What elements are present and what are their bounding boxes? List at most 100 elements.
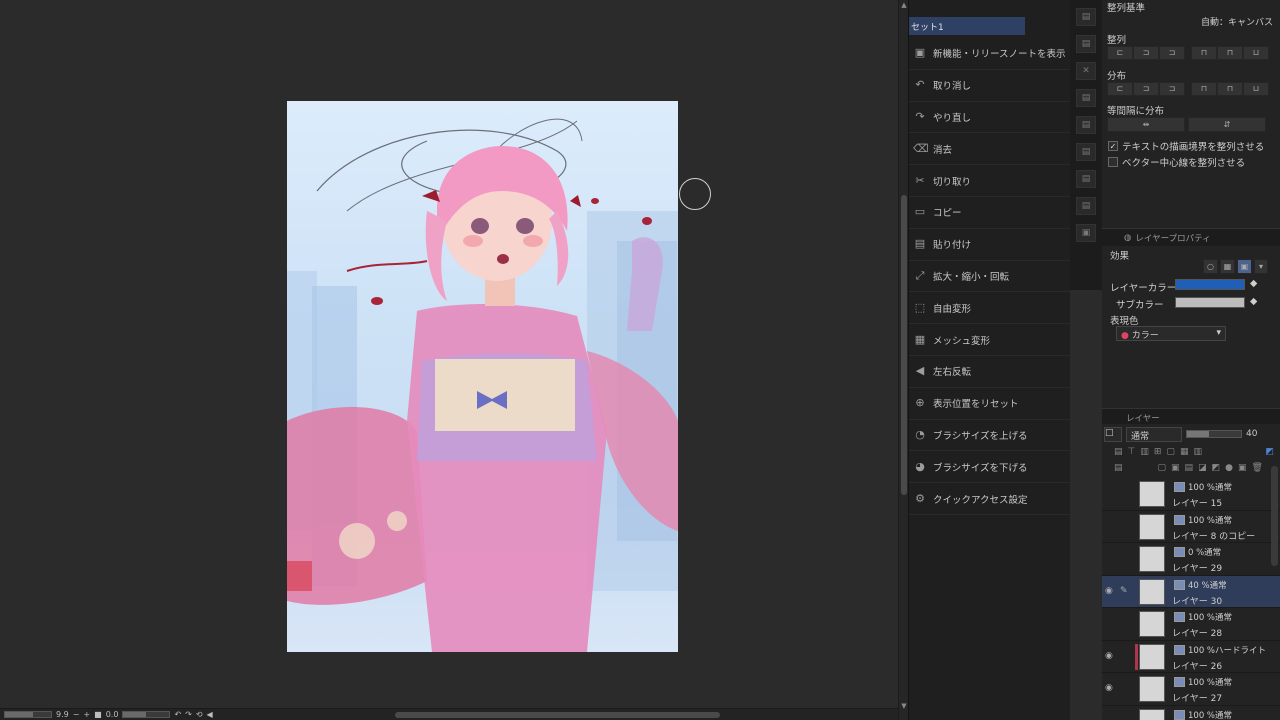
layer-thumbnail[interactable] (1139, 611, 1165, 637)
palette-tab-icon[interactable]: ▤ (1076, 197, 1096, 215)
layer-thumbnail[interactable] (1139, 481, 1165, 507)
equal-spacing-h-button[interactable]: ⇹ (1107, 117, 1185, 132)
mask-icon[interactable]: ▢ (1166, 447, 1175, 457)
palette-tab-icon[interactable]: ▤ (1076, 116, 1096, 134)
checkbox-checked-icon[interactable]: ✓ (1108, 141, 1118, 151)
effect-border-icon[interactable]: ○ (1203, 259, 1218, 274)
layer-list-icon[interactable]: ▤ (1114, 463, 1123, 473)
quick-access-item[interactable]: ▤ 貼り付け (909, 229, 1071, 261)
eye-icon[interactable]: ◉ (1105, 586, 1117, 596)
palette-tab-icon[interactable]: ▤ (1076, 170, 1096, 188)
canvas-vertical-scrollbar[interactable]: ▲ ▼ (898, 0, 908, 720)
expression-color-select[interactable]: ● カラー ▾ (1116, 326, 1226, 341)
quick-access-item[interactable]: ▭ コピー (909, 197, 1071, 229)
palette-tab-icon[interactable]: ✕ (1076, 62, 1096, 80)
layer-lock-icon[interactable]: □ (1104, 426, 1122, 442)
apply-mask-icon[interactable]: ▣ (1238, 463, 1247, 473)
layer-name[interactable]: レイヤー 29 (1172, 561, 1222, 574)
layer-name[interactable]: レイヤー 28 (1172, 626, 1222, 639)
align-middle-v-icon[interactable]: ⊓ (1217, 46, 1243, 60)
zoom-value[interactable]: 9.9 (56, 710, 69, 719)
effect-dropdown-icon[interactable]: ▾ (1254, 259, 1268, 274)
layer-row[interactable]: 0 %通常 レイヤー 29 (1102, 543, 1280, 576)
new-vector-layer-icon[interactable]: ▣ (1171, 463, 1180, 473)
clip-icon[interactable]: ▤ (1114, 447, 1123, 457)
equal-spacing-v-button[interactable]: ⇵ (1188, 117, 1266, 132)
layer-name[interactable]: レイヤー 15 (1172, 496, 1222, 509)
layer-color-swatch[interactable] (1175, 279, 1245, 290)
align-center-h-icon[interactable]: ⊐ (1133, 46, 1159, 60)
layer-row[interactable]: ◉ 100 %ハードライト レイヤー 26 (1102, 640, 1280, 673)
layer-thumbnail[interactable] (1139, 513, 1165, 540)
distribute-top-icon[interactable]: ⊓ (1191, 82, 1217, 96)
layer-list-scrollbar[interactable] (1271, 466, 1278, 566)
opacity-slider[interactable] (1186, 430, 1242, 438)
new-raster-layer-icon[interactable]: ▢ (1158, 463, 1167, 473)
quick-access-item[interactable]: ⌫ 消去 (909, 133, 1071, 166)
layer-palette-tab[interactable]: レイヤー (1102, 408, 1280, 424)
quick-access-item[interactable]: ▣ 新機能・リリースノートを表示 (909, 38, 1071, 70)
zoom-slider[interactable] (4, 711, 52, 718)
layer-row[interactable]: 100 %通常 レイヤー 8 のコピー (1102, 510, 1280, 543)
quick-access-set-label[interactable]: セット1 (909, 17, 1025, 35)
quick-access-item[interactable]: ⤢ 拡大・縮小・回転 (909, 261, 1071, 293)
transfer-down-icon[interactable]: ◪ (1198, 463, 1207, 473)
sub-color-swatch[interactable] (1175, 297, 1245, 308)
layer-name[interactable]: レイヤー 27 (1172, 691, 1222, 704)
canvas-horizontal-scrollbar[interactable] (395, 712, 720, 718)
layer-thumbnail[interactable] (1139, 546, 1165, 572)
align-top-icon[interactable]: ⊓ (1191, 46, 1217, 60)
zoom-out-icon[interactable]: − (73, 710, 80, 719)
align-basis-value[interactable]: 自動：キャンバス (1201, 15, 1273, 28)
layer-name[interactable]: レイヤー 8 のコピー (1172, 529, 1255, 542)
delete-layer-icon[interactable]: 🗑 (1251, 463, 1262, 473)
layer-menu-icon[interactable]: ◩ (1265, 447, 1274, 457)
quick-access-item[interactable]: ✂ 切り取り (909, 165, 1071, 197)
palette-tab-icon[interactable]: ▤ (1076, 143, 1096, 161)
effect-layer-color-icon[interactable]: ▣ (1237, 259, 1252, 274)
quick-access-item[interactable]: ↶ 取り消し (909, 70, 1071, 102)
layer-color-eyedropper-icon[interactable]: ◆ (1250, 278, 1257, 289)
palette-tab-icon[interactable]: ▤ (1076, 89, 1096, 107)
checkbox-unchecked-icon[interactable] (1108, 157, 1118, 167)
canvas-area[interactable] (0, 0, 898, 708)
reset-rotation-icon[interactable]: ⟲ (196, 710, 203, 719)
eye-icon[interactable]: ◉ (1105, 651, 1117, 661)
quick-access-item[interactable]: ⬚ 自由変形 (909, 292, 1071, 325)
align-left-icon[interactable]: ⊏ (1107, 46, 1133, 60)
blend-mode-select[interactable]: 通常 (1126, 426, 1182, 442)
palette-tab-icon[interactable]: ▤ (1076, 35, 1096, 53)
artwork-canvas[interactable] (287, 101, 678, 652)
layer-row[interactable]: ◉ ✎ 40 %通常 レイヤー 30 (1102, 575, 1280, 608)
eye-icon[interactable]: ◉ (1105, 683, 1117, 693)
angle-value[interactable]: 0.0 (106, 710, 119, 719)
effect-tone-icon[interactable]: ▦ (1220, 259, 1235, 274)
layer-thumbnail[interactable] (1139, 676, 1165, 702)
ruler-icon[interactable]: ▥ (1193, 447, 1202, 457)
align-right-icon[interactable]: ⊐ (1159, 46, 1185, 60)
layer-property-tab[interactable]: ◍ レイヤープロパティ (1102, 228, 1280, 246)
quick-access-item[interactable]: ⊕ 表示位置をリセット (909, 388, 1071, 420)
distribute-bottom-icon[interactable]: ⊔ (1243, 82, 1269, 96)
distribute-center-h-icon[interactable]: ⊐ (1133, 82, 1159, 96)
layer-row[interactable]: 100 %通常 (1102, 705, 1280, 720)
layer-color-toggle-icon[interactable]: ▦ (1180, 447, 1189, 457)
reference-icon[interactable]: ⊤ (1128, 447, 1136, 457)
layer-thumbnail[interactable] (1139, 643, 1165, 670)
opacity-value[interactable]: 40 (1246, 429, 1257, 439)
distribute-middle-v-icon[interactable]: ⊓ (1217, 82, 1243, 96)
palette-tab-icon[interactable]: ▣ (1076, 224, 1096, 242)
layer-name[interactable]: レイヤー 26 (1172, 659, 1222, 672)
scroll-down-icon[interactable]: ▼ (900, 702, 908, 710)
vector-center-checkbox[interactable]: ベクター中心線を整列させる (1108, 155, 1245, 169)
angle-slider[interactable] (122, 711, 171, 718)
layer-row[interactable]: 100 %通常 レイヤー 28 (1102, 608, 1280, 641)
layer-thumbnail[interactable] (1139, 578, 1165, 605)
quick-access-item[interactable]: ◕ ブラシサイズを下げる (909, 451, 1071, 484)
layer-name[interactable]: レイヤー 30 (1172, 594, 1222, 607)
lock-icon[interactable]: ▥ (1140, 447, 1149, 457)
rotate-left-icon[interactable]: ↶ (174, 710, 181, 719)
distribute-right-icon[interactable]: ⊐ (1159, 82, 1185, 96)
layer-thumbnail[interactable] (1139, 708, 1165, 720)
quick-access-item[interactable]: ▦ メッシュ変形 (909, 324, 1071, 356)
